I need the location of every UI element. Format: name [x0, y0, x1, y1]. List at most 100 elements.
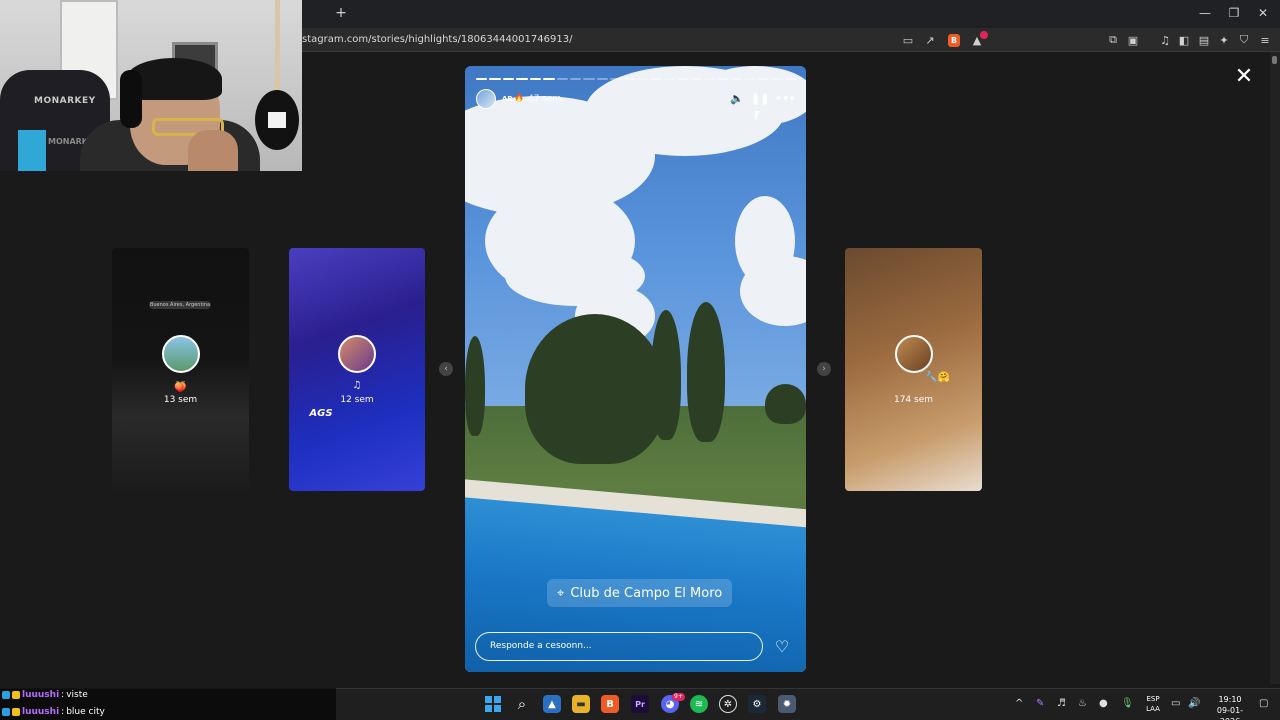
mouse-cursor-icon: [755, 111, 760, 121]
next-story-arrow[interactable]: ›: [817, 362, 831, 376]
new-tab-button[interactable]: +: [334, 6, 348, 20]
brave-browser-icon[interactable]: B: [601, 695, 619, 713]
progress-segment: [556, 78, 568, 80]
side-story-3[interactable]: 🔧🤗 174 sem: [845, 248, 982, 491]
guitar: [255, 0, 299, 150]
page-scrollbar[interactable]: [1270, 52, 1280, 684]
tray-steam-icon[interactable]: ♨: [1078, 698, 1087, 709]
chat-badge-icon: [12, 691, 20, 699]
clock-time: 19:10: [1218, 695, 1242, 704]
progress-segment: [771, 78, 783, 80]
side-story-1[interactable]: Buenos Aires, Argentina 🍑 13 sem: [112, 248, 249, 491]
streamer-hand: [188, 130, 238, 171]
windows-start-icon[interactable]: [484, 695, 502, 713]
progress-segment: [610, 78, 622, 80]
network-icon[interactable]: ▭: [1171, 698, 1180, 709]
tree: [465, 336, 485, 436]
location-chip: Buenos Aires, Argentina: [149, 301, 211, 309]
minimize-button[interactable]: —: [1198, 6, 1212, 20]
menu-icon[interactable]: ≡: [1258, 33, 1272, 47]
tab-search-icon[interactable]: ▤: [1197, 33, 1211, 47]
progress-segment: [677, 78, 689, 80]
notifications-icon[interactable]: ▢: [1259, 698, 1268, 709]
story-viewer[interactable]: AR 🔥 47 sem 🔈 ❚❚ ••• ⌖ Club de Campo El …: [465, 66, 806, 672]
clock-date: 09-01-2026: [1216, 706, 1244, 720]
share-icon[interactable]: ↗: [923, 33, 937, 47]
chat-text: blue city: [66, 707, 105, 717]
chat-message: luuushi : viste: [2, 690, 88, 700]
extensions-icon[interactable]: ⧉: [1106, 33, 1120, 47]
story-avatar: [895, 335, 933, 373]
scrollbar-thumb[interactable]: [1272, 56, 1277, 64]
progress-segment: [476, 78, 488, 80]
tray-pen-icon[interactable]: ✎: [1036, 698, 1044, 709]
tray-mic-icon[interactable]: 🎙: [1121, 698, 1134, 709]
location-sticker[interactable]: ⌖ Club de Campo El Moro: [547, 579, 733, 607]
window-close-button[interactable]: ✕: [1256, 6, 1270, 20]
tray-chevron-icon[interactable]: ^: [1015, 698, 1023, 709]
chat-badge-icon: [2, 708, 10, 716]
progress-segment: [583, 78, 595, 80]
progress-segment: [784, 78, 797, 80]
reply-input[interactable]: Responde a cesoonn...: [475, 632, 763, 661]
progress-segment: [502, 78, 515, 80]
story-username[interactable]: AR: [502, 95, 513, 103]
close-story-button[interactable]: ✕: [1233, 66, 1255, 88]
settings-gear-icon[interactable]: ✹: [778, 695, 796, 713]
volume-icon[interactable]: 🔊: [1188, 698, 1200, 709]
location-name: Club de Campo El Moro: [570, 585, 723, 601]
progress-segment: [663, 78, 676, 80]
chat-badge-icon: [2, 691, 10, 699]
story-emoji: 🍑: [174, 382, 187, 393]
keyboard-layout: LAA: [1146, 705, 1160, 713]
progress-segment: [757, 78, 770, 80]
discord-badge: 9+: [672, 693, 685, 701]
cast-icon[interactable]: ▭: [901, 33, 915, 47]
chat-separator: :: [61, 690, 65, 700]
leo-ai-icon[interactable]: ✦: [1217, 33, 1231, 47]
pause-icon[interactable]: ❚❚: [751, 92, 769, 106]
spotify-icon[interactable]: ≋: [690, 695, 708, 713]
tree: [651, 310, 681, 440]
address-bar[interactable]: stagram.com/stories/highlights/180634440…: [302, 34, 572, 45]
story-time: 47 sem: [528, 94, 562, 104]
music-icon[interactable]: ♫: [1158, 33, 1172, 47]
sidebar-icon[interactable]: ◧: [1177, 33, 1191, 47]
webcam-overlay: MONARKEY MONARKEY: [0, 0, 302, 171]
wallet-icon[interactable]: ▣: [1126, 33, 1140, 47]
ellipsis-icon[interactable]: •••: [775, 92, 796, 106]
file-explorer-icon[interactable]: ▬: [572, 695, 590, 713]
speaker-icon[interactable]: 🔈: [730, 92, 744, 106]
tray-headset-icon[interactable]: ♬: [1057, 698, 1066, 709]
progress-segment: [543, 78, 555, 80]
overlay-text: AGS: [309, 408, 333, 419]
chat-username: luuushi: [22, 690, 60, 700]
tree: [687, 302, 725, 442]
system-clock[interactable]: 19:10 09-01-2026: [1208, 694, 1252, 720]
search-icon[interactable]: ⌕: [513, 695, 531, 713]
premiere-icon[interactable]: Pr: [631, 695, 649, 713]
previous-story-arrow[interactable]: ‹: [439, 362, 453, 376]
progress-segment: [637, 78, 649, 80]
language-indicator[interactable]: ESP LAA: [1142, 694, 1164, 714]
like-heart-icon[interactable]: ♡: [773, 638, 791, 656]
rewards-badge: [980, 31, 988, 39]
story-user-avatar[interactable]: [476, 89, 496, 109]
progress-segment: [717, 78, 730, 80]
steam-icon[interactable]: ⚙: [748, 695, 766, 713]
progress-segment: [516, 78, 528, 80]
chatgpt-icon[interactable]: ✲: [719, 695, 737, 713]
story-time: 13 sem: [163, 395, 198, 405]
side-story-2[interactable]: ♫ 12 sem AGS: [289, 248, 425, 491]
music-note-icon: ♫: [352, 380, 362, 391]
photos-icon[interactable]: ▲: [543, 695, 561, 713]
brave-shield-icon[interactable]: B: [948, 34, 960, 47]
vpn-icon[interactable]: ⛉: [1237, 33, 1251, 47]
chair-stripe: [18, 130, 46, 171]
story-time: 174 sem: [893, 395, 934, 405]
story-emoji: 🔧🤗: [925, 372, 950, 383]
chat-text: viste: [66, 690, 88, 700]
restore-button[interactable]: ❐: [1227, 6, 1241, 20]
chat-message: luuushi : blue city: [2, 707, 105, 717]
tray-record-icon[interactable]: ●: [1099, 698, 1108, 709]
